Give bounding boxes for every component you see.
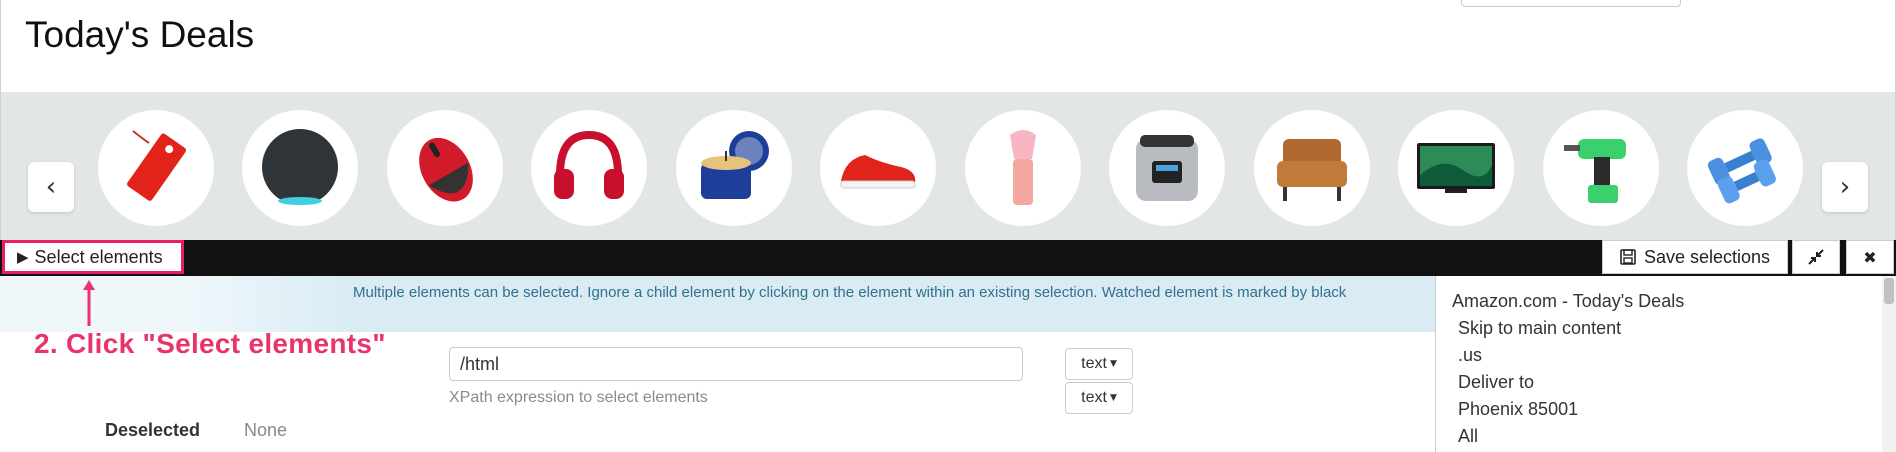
save-selections-label: Save selections [1643,246,1771,267]
scrollbar[interactable] [1882,276,1896,452]
selector-toolbar: ▶ Select elements Save selections ✖ [0,240,1896,276]
extract-type-dropdown[interactable]: text ▼ [1065,348,1133,380]
list-item[interactable]: Deliver to [1452,369,1896,396]
drill-icon [1564,139,1626,203]
category-item[interactable] [242,110,358,226]
chevron-right-icon: › [1839,172,1851,202]
extract-type-label: text [1081,355,1107,372]
category-item[interactable] [965,110,1081,226]
info-banner-fade [0,276,350,332]
carousel-prev-button[interactable]: ‹ [28,162,74,212]
armchair-icon [1277,139,1347,201]
list-item[interactable]: All [1452,423,1896,450]
element-list-panel: Amazon.com - Today's Deals Skip to main … [1435,276,1896,452]
compress-icon [1808,249,1824,265]
scrollbar-thumb[interactable] [1884,278,1894,304]
category-item[interactable] [676,110,792,226]
select-elements-label: Select elements [34,246,163,267]
list-item[interactable]: Amazon.com - Today's Deals [1452,288,1896,315]
save-selections-button[interactable]: Save selections [1602,240,1788,274]
info-text: Multiple elements can be selected. Ignor… [353,284,1347,301]
deselected-label: Deselected [105,420,201,440]
close-icon: ✖ [1863,247,1877,267]
tv-icon [1417,143,1495,193]
makeup-brush-icon [1010,130,1036,205]
save-icon [1620,249,1636,265]
page-header: Today's Deals [0,0,1896,92]
category-item[interactable] [531,110,647,226]
category-item[interactable] [1109,110,1225,226]
category-item[interactable] [1687,110,1803,226]
pressure-cooker-icon [1136,135,1198,201]
sneaker-icon [840,155,916,189]
minimize-button[interactable] [1792,240,1840,274]
dumbbells-icon [1707,138,1776,204]
category-item[interactable] [1398,110,1514,226]
top-dropdown-edge [1461,0,1681,7]
category-item[interactable] [387,110,503,226]
annotation-text: 2. Click "Select elements" [34,328,386,359]
select-elements-button[interactable]: ▶ Select elements [2,240,184,274]
candle-icon [701,131,769,199]
category-carousel: ‹ › [0,92,1896,240]
list-item[interactable]: .us [1452,342,1896,369]
tag-icon [127,130,187,201]
xpath-input[interactable]: /html [449,347,1023,381]
chevron-left-icon: ‹ [45,172,57,202]
annotation-arrow-icon [83,280,95,326]
list-item[interactable]: Phoenix 85001 [1452,396,1896,423]
deselected-value: None [244,420,288,440]
carousel-next-button[interactable]: › [1822,162,1868,212]
category-item[interactable] [98,110,214,226]
headphones-icon [554,130,624,199]
extract-type-dropdown-2[interactable]: text ▼ [1065,382,1133,414]
list-item[interactable]: Skip to main content [1452,315,1896,342]
category-item[interactable] [1543,110,1659,226]
category-item[interactable] [1254,110,1370,226]
page-title: Today's Deals [25,14,255,55]
category-item[interactable] [820,110,936,226]
extract-type-label-2: text [1081,389,1107,406]
caret-down-icon: ▼ [1109,393,1117,403]
smart-speaker-icon [262,129,338,205]
mouse-icon [419,137,473,202]
close-button[interactable]: ✖ [1846,240,1894,274]
caret-down-icon: ▼ [1109,359,1117,369]
info-banner: Multiple elements can be selected. Ignor… [0,276,1435,332]
play-icon: ▶ [17,248,29,266]
xpath-help-text: XPath expression to select elements [449,389,708,406]
